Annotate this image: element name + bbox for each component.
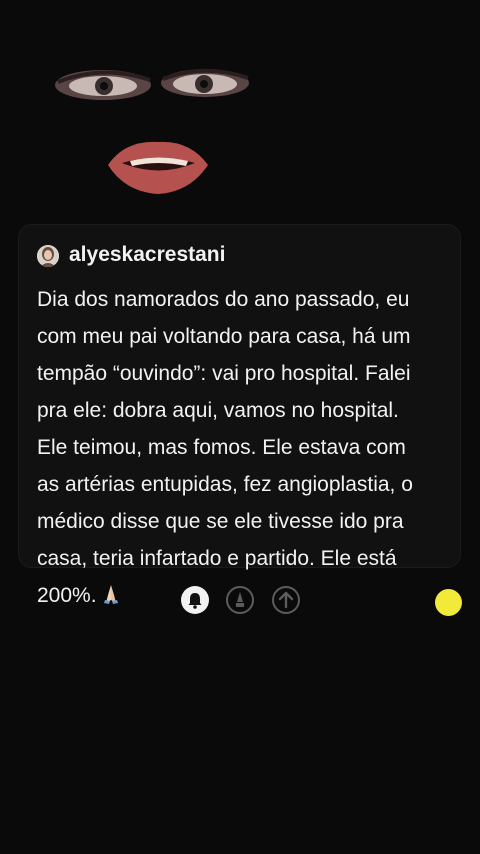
recording-indicator (435, 589, 462, 616)
arrow-up-icon (278, 591, 294, 609)
pen-icon (236, 592, 244, 607)
upload-button[interactable] (272, 586, 300, 614)
right-eye (161, 68, 249, 97)
bell-icon (188, 593, 202, 609)
left-eye (55, 70, 151, 100)
comment-body: Dia dos namorados do ano passado, eu com… (37, 281, 451, 614)
action-bar (0, 586, 480, 620)
mouth (108, 141, 208, 194)
comment-username[interactable]: alyeskacrestani (69, 243, 225, 267)
face-graphic (55, 68, 249, 194)
edit-button[interactable] (226, 586, 254, 614)
avatar[interactable] (37, 245, 59, 267)
comment-card: alyeskacrestani Dia dos namorados do ano… (18, 224, 461, 607)
comment-text: Dia dos namorados do ano passado, eu com… (37, 288, 413, 607)
notify-button[interactable] (181, 586, 209, 614)
